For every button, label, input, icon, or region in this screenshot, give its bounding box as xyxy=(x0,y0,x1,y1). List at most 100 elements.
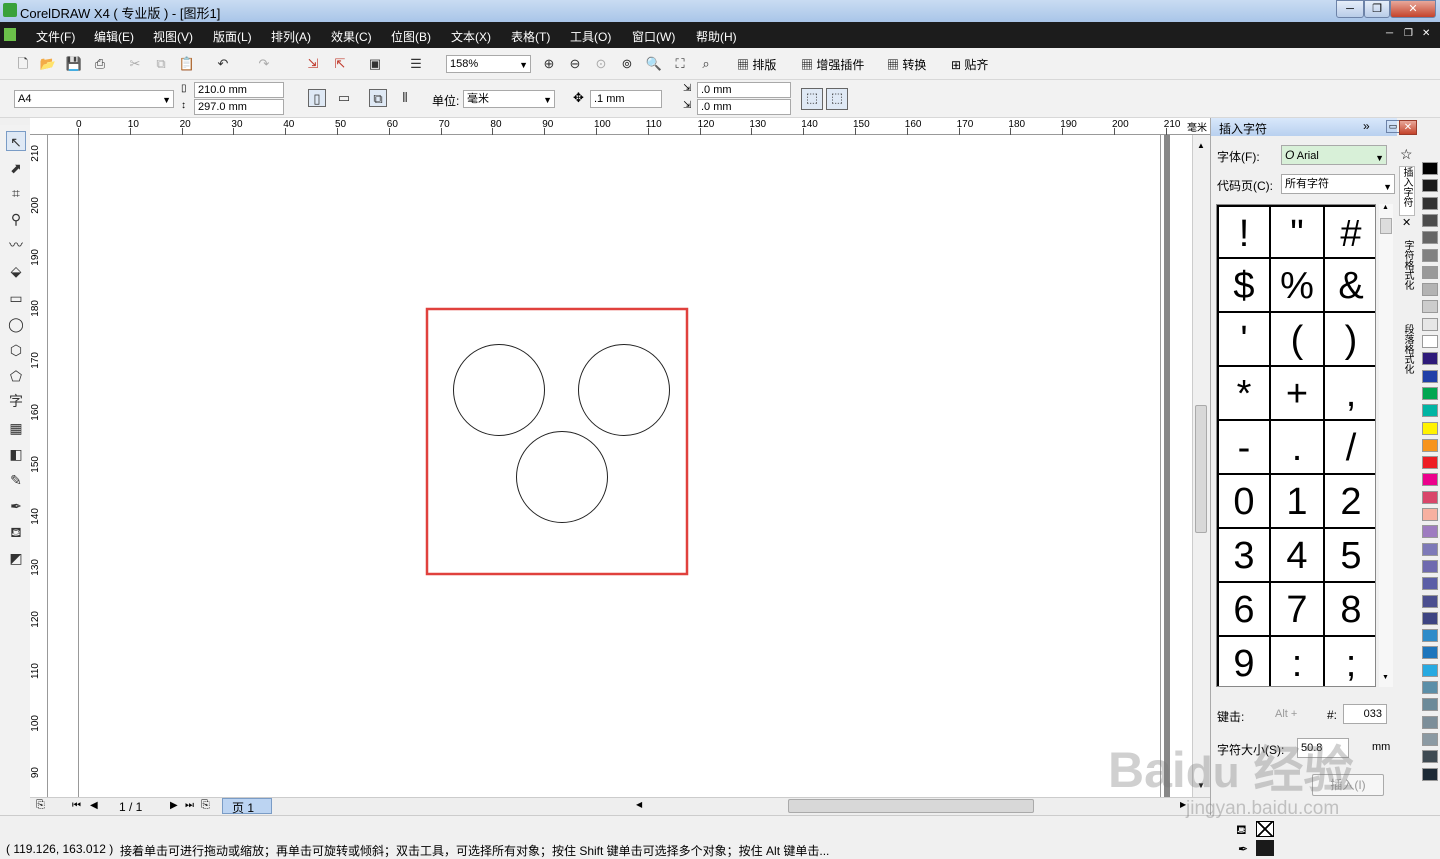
duplicate-x-field[interactable]: .0 mm xyxy=(697,82,791,98)
docker-expand-icon[interactable]: » xyxy=(1363,119,1370,133)
hscroll-left-icon[interactable]: ◀ xyxy=(636,800,642,809)
palette-swatch[interactable] xyxy=(1422,265,1438,279)
char-cell[interactable]: $ xyxy=(1217,259,1271,313)
save-icon[interactable]: 💾 xyxy=(65,55,83,73)
palette-swatch[interactable] xyxy=(1422,490,1438,504)
char-cell[interactable]: ' xyxy=(1217,313,1271,367)
char-cell[interactable]: ! xyxy=(1217,205,1271,259)
import-icon[interactable]: ⇲ xyxy=(304,55,322,73)
cut-icon[interactable]: ✂ xyxy=(126,55,144,73)
smart-fill-icon[interactable]: ⬙ xyxy=(6,261,26,281)
rectangle-tool-icon[interactable]: ▭ xyxy=(6,288,26,308)
menu-table[interactable]: 表格(T) xyxy=(511,28,550,45)
duplicate-y-field[interactable]: .0 mm xyxy=(697,99,791,115)
zoom-width-icon[interactable]: ⛶ xyxy=(671,55,689,73)
char-cell[interactable]: 9 xyxy=(1217,637,1271,686)
palette-swatch[interactable] xyxy=(1422,629,1438,643)
tab-insert-character[interactable]: 插入字符 xyxy=(1399,166,1415,216)
menu-layout[interactable]: 版面(L) xyxy=(213,28,252,45)
palette-swatch[interactable] xyxy=(1422,213,1438,227)
ellipse-tool-icon[interactable]: ◯ xyxy=(6,314,26,334)
palette-swatch[interactable] xyxy=(1422,750,1438,764)
last-page-icon[interactable]: ⏭ xyxy=(185,800,194,811)
palette-swatch[interactable] xyxy=(1422,525,1438,539)
pick-tool-icon[interactable]: ↖ xyxy=(6,131,26,151)
treat-as-filled-icon[interactable]: ⬚ xyxy=(801,88,823,110)
scroll-thumb[interactable] xyxy=(1195,405,1207,533)
open-icon[interactable]: 📂 xyxy=(39,55,57,73)
drawing-canvas[interactable] xyxy=(48,135,1193,797)
eyedropper-icon[interactable]: ✎ xyxy=(6,470,26,490)
landscape-icon[interactable]: ▭ xyxy=(335,89,353,107)
add-page-icon[interactable]: ⎘ xyxy=(36,799,45,812)
char-cell[interactable]: 6 xyxy=(1217,583,1271,637)
character-grid[interactable]: ! " # $% & '() * +, -./ 0 1 2 3 4 5 6 7 8 9:; xyxy=(1216,204,1376,687)
blend-tool-icon[interactable]: ◧ xyxy=(6,444,26,464)
palette-swatch[interactable] xyxy=(1422,646,1438,660)
grid-scrollbar[interactable]: ▲ ▼ xyxy=(1379,204,1393,687)
page-size-select[interactable]: A4 ▼ xyxy=(14,90,174,108)
favorite-icon[interactable]: ☆ xyxy=(1400,146,1413,163)
char-cell[interactable]: - xyxy=(1217,421,1271,475)
artwork[interactable] xyxy=(424,306,692,578)
undo-icon[interactable]: ↶ xyxy=(214,55,232,73)
char-cell[interactable]: : xyxy=(1271,637,1325,686)
zoom-page-icon[interactable]: 🔍 xyxy=(645,55,663,73)
palette-swatch[interactable] xyxy=(1422,473,1438,487)
minimize-button[interactable]: ─ xyxy=(1336,0,1364,18)
portrait-icon[interactable]: ▯ xyxy=(308,89,326,107)
grid-scroll-up-icon[interactable]: ▲ xyxy=(1382,204,1389,211)
char-cell[interactable]: 5 xyxy=(1325,529,1375,583)
shape-tool-icon[interactable]: ⬈ xyxy=(6,158,26,178)
next-page-icon[interactable]: ▶ xyxy=(170,800,178,811)
zoom-select[interactable]: 158% ▼ xyxy=(446,55,531,73)
snap-button[interactable]: ⊞ 贴齐 xyxy=(951,56,988,73)
palette-swatch[interactable] xyxy=(1422,283,1438,297)
char-cell[interactable]: + xyxy=(1271,367,1325,421)
char-code-field[interactable]: 033 xyxy=(1343,704,1387,724)
palette-swatch[interactable] xyxy=(1422,231,1438,245)
doc-close-icon[interactable]: ✕ xyxy=(1422,28,1430,39)
char-cell[interactable]: * xyxy=(1217,367,1271,421)
menu-arrange[interactable]: 排列(A) xyxy=(271,28,311,45)
launcher-icon[interactable]: ▣ xyxy=(366,55,384,73)
circle-bottom[interactable] xyxy=(516,431,608,523)
current-page-icon[interactable]: ⫴ xyxy=(396,89,414,107)
print-icon[interactable]: ⎙ xyxy=(91,55,109,73)
docker-close-button[interactable]: ✕ xyxy=(1399,120,1417,135)
circle-left[interactable] xyxy=(453,344,545,436)
palette-swatch[interactable] xyxy=(1422,404,1438,418)
palette-swatch[interactable] xyxy=(1422,421,1438,435)
all-pages-icon[interactable]: ⧉ xyxy=(369,89,387,107)
palette-swatch[interactable] xyxy=(1422,179,1438,193)
grid-scroll-thumb[interactable] xyxy=(1380,218,1392,234)
palette-swatch[interactable] xyxy=(1422,715,1438,729)
palette-swatch[interactable] xyxy=(1422,663,1438,677)
codepage-select[interactable]: 所有字符 ▼ xyxy=(1281,174,1395,194)
char-cell[interactable]: 2 xyxy=(1325,475,1375,529)
char-cell[interactable]: ) xyxy=(1325,313,1375,367)
palette-swatch[interactable] xyxy=(1422,611,1438,625)
page-width-field[interactable]: 210.0 mm xyxy=(194,82,284,98)
table-tool-icon[interactable]: ▦ xyxy=(6,418,26,438)
page-height-field[interactable]: 297.0 mm xyxy=(194,99,284,115)
char-cell[interactable]: & xyxy=(1325,259,1375,313)
page-tab[interactable]: 页 1 xyxy=(222,798,272,815)
palette-swatch[interactable] xyxy=(1422,335,1438,348)
interactive-fill-icon[interactable]: ◩ xyxy=(6,548,26,568)
palette-swatch[interactable] xyxy=(1422,594,1438,608)
char-cell[interactable]: 1 xyxy=(1271,475,1325,529)
char-cell[interactable]: / xyxy=(1325,421,1375,475)
palette-swatch[interactable] xyxy=(1422,196,1438,210)
palette-swatch[interactable] xyxy=(1422,162,1438,175)
zoom-tool-icon[interactable]: ⚲ xyxy=(6,209,26,229)
palette-swatch[interactable] xyxy=(1422,456,1438,470)
copy-icon[interactable]: ⧉ xyxy=(152,55,170,73)
palette-swatch[interactable] xyxy=(1422,698,1438,712)
palette-swatch[interactable] xyxy=(1422,542,1438,556)
char-cell[interactable]: 3 xyxy=(1217,529,1271,583)
unit-select[interactable]: 毫米 ▼ xyxy=(463,90,555,108)
char-cell[interactable]: 0 xyxy=(1217,475,1271,529)
menu-effects[interactable]: 效果(C) xyxy=(331,28,372,45)
plugins-button[interactable]: ▦ 增强插件 xyxy=(801,56,864,73)
